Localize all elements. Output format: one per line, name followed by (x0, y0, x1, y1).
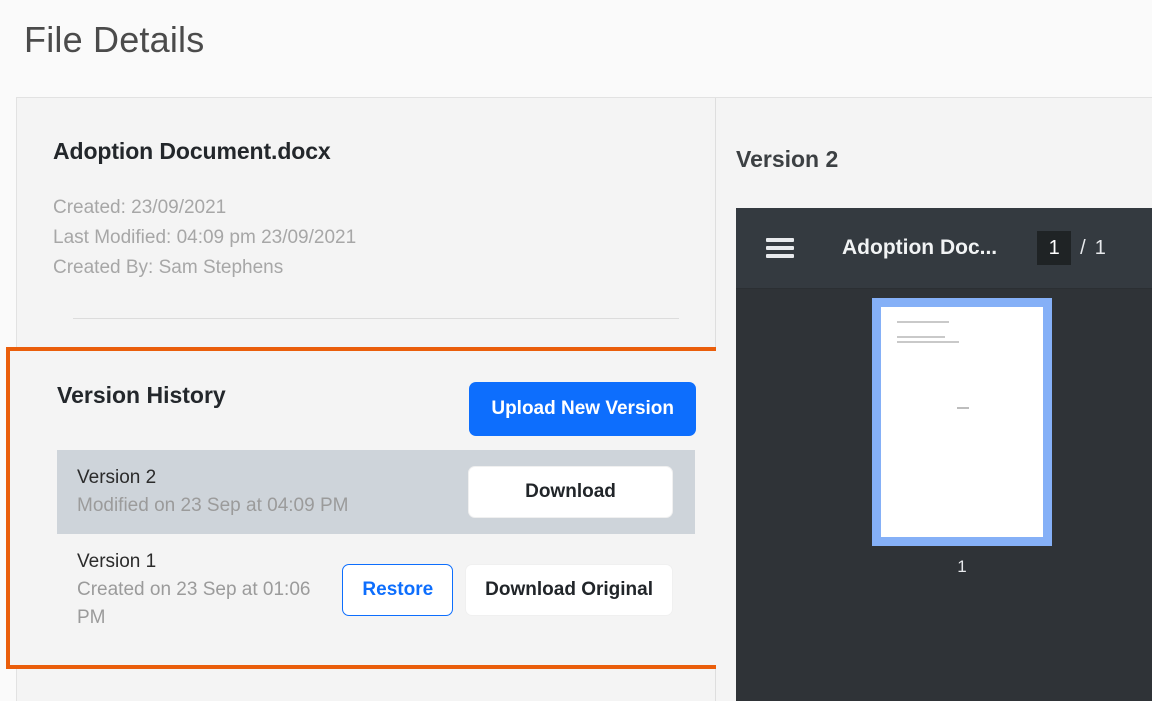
version-history-highlight: Version History Upload New Version Versi… (6, 347, 725, 669)
hamburger-icon[interactable] (766, 238, 794, 258)
file-created-by: Created By: Sam Stephens (53, 257, 284, 278)
doc-text-mark (957, 407, 969, 409)
content-area: Adoption Document.docx Created: 23/09/20… (6, 97, 1152, 701)
thumbnail-page-number: 1 (957, 557, 967, 576)
version-sub-label: Modified on 23 Sep at 04:09 PM (77, 495, 349, 516)
version-row-text: Version 1 Created on 23 Sep at 01:06 PM (77, 548, 342, 632)
preview-panel: Version 2 Adoption Doc... 1 / 1 1 (716, 98, 1152, 701)
page-header: File Details (0, 0, 1152, 97)
viewer-body: 1 (736, 290, 1152, 701)
preview-version-heading: Version 2 (736, 146, 839, 172)
restore-button[interactable]: Restore (342, 564, 454, 616)
version-row-actions: Download (468, 466, 673, 518)
viewer-toolbar: Adoption Doc... 1 / 1 (736, 208, 1152, 289)
section-divider (73, 318, 679, 319)
file-created-date: Created: 23/09/2021 (53, 197, 227, 218)
version-history-section: Version History Upload New Version Versi… (10, 351, 721, 665)
version-label: Version 1 (77, 551, 157, 572)
page-thumbnail[interactable] (872, 298, 1052, 546)
page-thumbnail-wrap: 1 (872, 298, 1052, 577)
doc-text-line (897, 336, 945, 338)
download-button[interactable]: Download (468, 466, 673, 518)
document-viewer: Adoption Doc... 1 / 1 1 (736, 208, 1152, 701)
version-row-1[interactable]: Version 1 Created on 23 Sep at 01:06 PM … (57, 534, 695, 646)
page-title: File Details (24, 19, 205, 60)
thumbnail-page-content (881, 307, 1043, 537)
page-total-count: 1 (1094, 236, 1106, 259)
file-info-section: Adoption Document.docx Created: 23/09/20… (17, 98, 715, 283)
doc-text-line (897, 341, 959, 343)
doc-text-line (897, 321, 949, 323)
version-row-2[interactable]: Version 2 Modified on 23 Sep at 04:09 PM… (57, 450, 695, 534)
file-name: Adoption Document.docx (53, 138, 331, 164)
version-label: Version 2 (77, 467, 157, 488)
version-row-actions: Restore Download Original (342, 564, 673, 616)
page-separator: / (1080, 236, 1086, 259)
viewer-document-title: Adoption Doc... (842, 236, 998, 259)
page-number-input[interactable]: 1 (1037, 231, 1072, 265)
upload-new-version-button[interactable]: Upload New Version (469, 382, 696, 436)
file-last-modified: Last Modified: 04:09 pm 23/09/2021 (53, 227, 357, 248)
page-indicator: 1 / 1 (1037, 231, 1106, 265)
version-list: Version 2 Modified on 23 Sep at 04:09 PM… (57, 450, 695, 646)
version-row-text: Version 2 Modified on 23 Sep at 04:09 PM (77, 464, 468, 520)
version-history-title: Version History (57, 382, 226, 408)
file-details-panel: Adoption Document.docx Created: 23/09/20… (6, 98, 725, 701)
download-original-button[interactable]: Download Original (465, 564, 673, 616)
version-sub-label: Created on 23 Sep at 01:06 PM (77, 579, 311, 628)
